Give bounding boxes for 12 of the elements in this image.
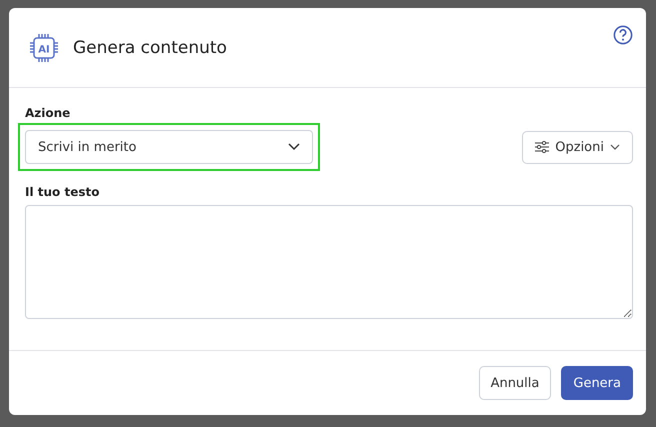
dialog-title: Genera contenuto (73, 38, 227, 58)
generate-button[interactable]: Genera (561, 366, 633, 400)
text-input[interactable] (25, 205, 633, 319)
sliders-icon (535, 141, 550, 153)
options-button[interactable]: Opzioni (522, 130, 633, 164)
help-icon[interactable] (613, 25, 633, 45)
field-label: Azione (25, 106, 72, 120)
chevron-icon (610, 144, 620, 150)
field-label: Il tuo testo (25, 185, 100, 199)
cancel-button[interactable]: Annulla (478, 366, 552, 400)
action-dropdown[interactable]: Scrivi in merito (25, 130, 313, 164)
chevron-icon (288, 143, 300, 151)
